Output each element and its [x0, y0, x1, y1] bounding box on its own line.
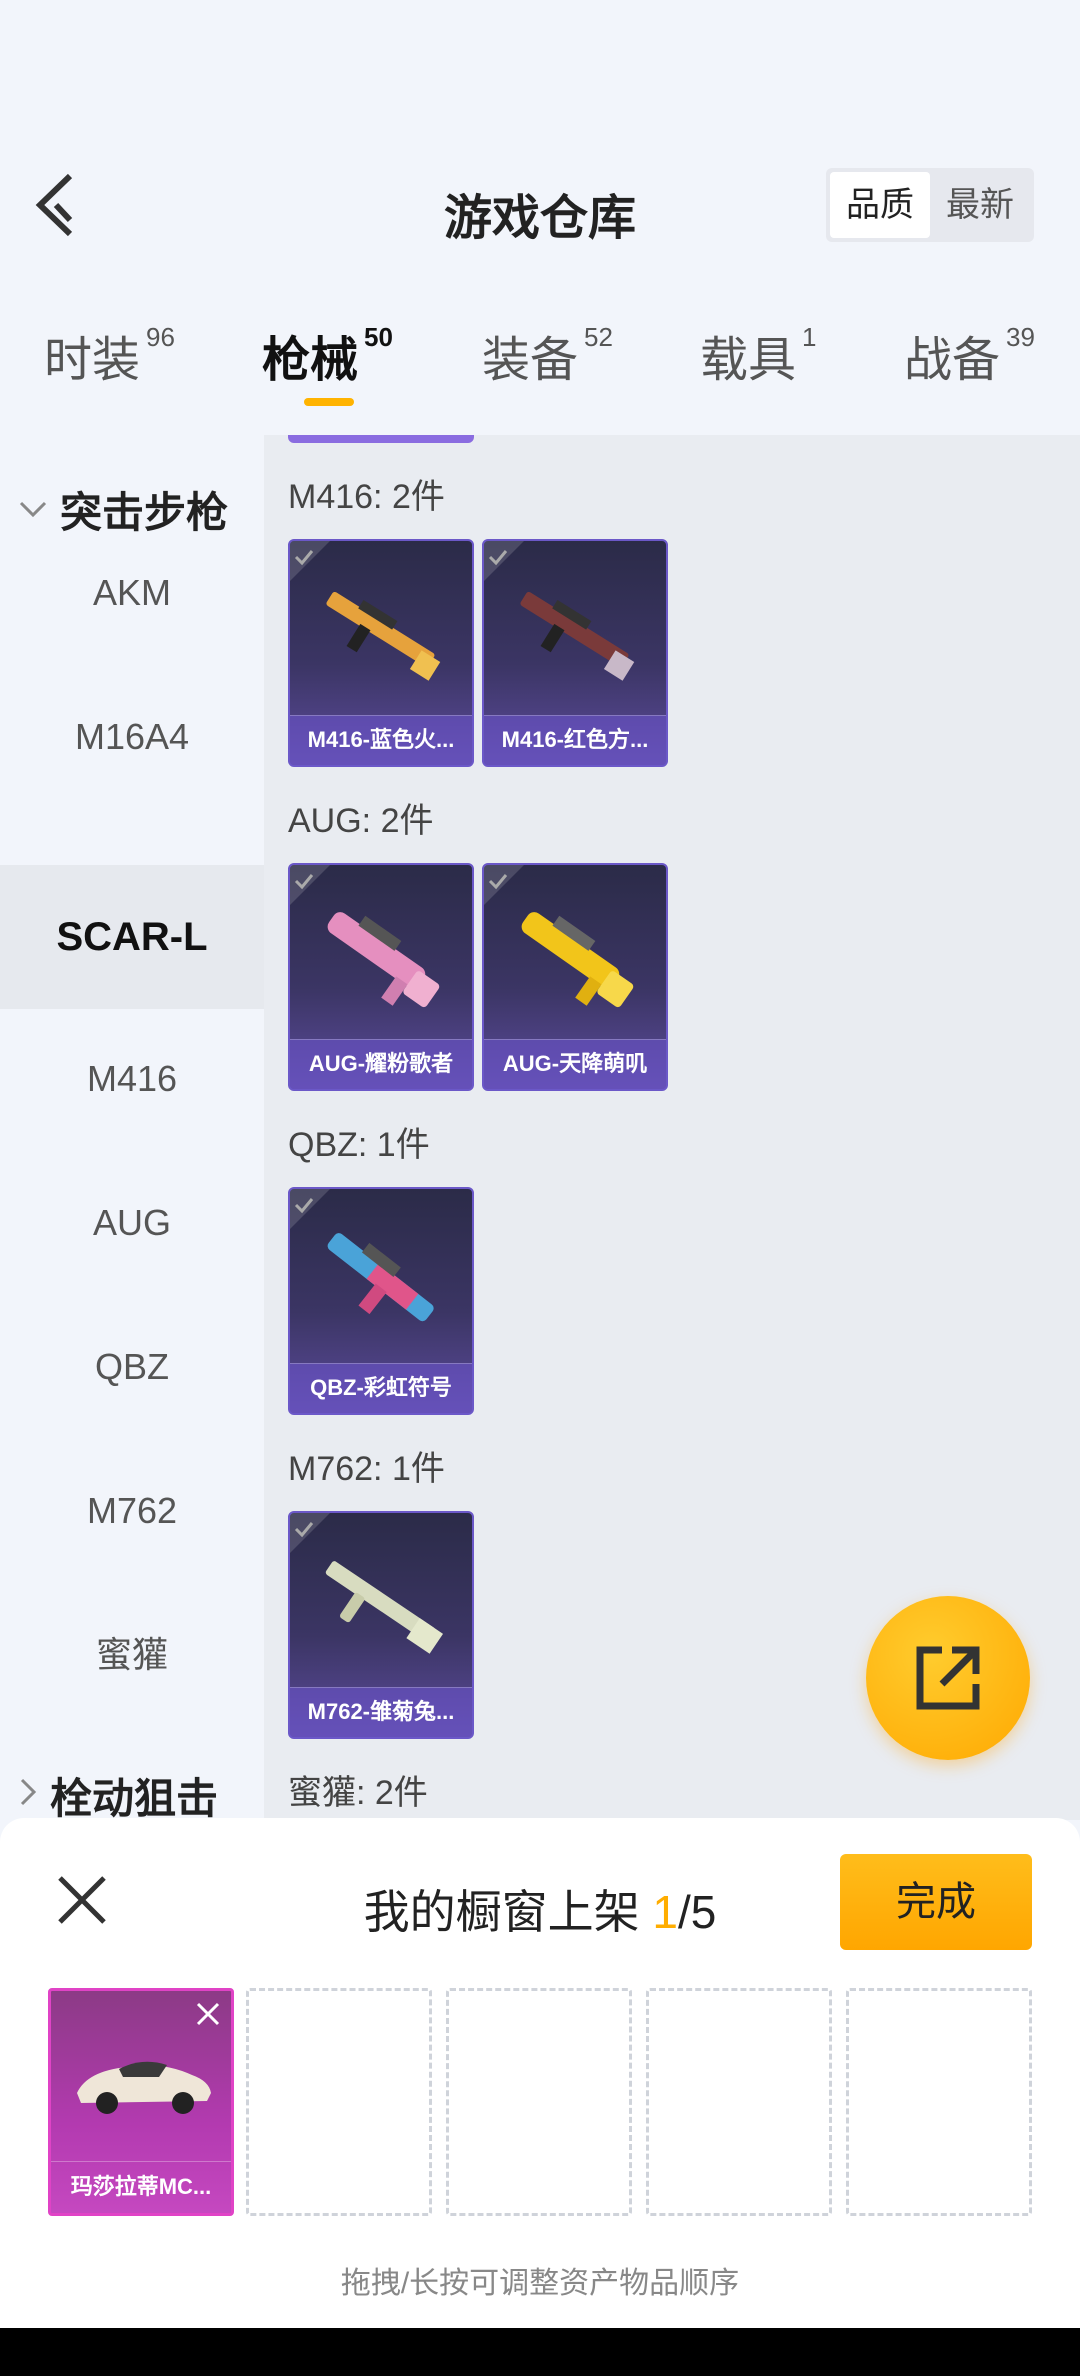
tab-vehicles[interactable]: 载具 1 [700, 320, 816, 390]
sidebar-group-bolt-sniper[interactable]: 栓动狙击 [18, 1765, 218, 1820]
tab-fashion[interactable]: 时装 96 [44, 320, 175, 390]
skin-card[interactable]: AUG-耀粉歌者 [288, 863, 474, 1091]
weapon-type-sidebar: 突击步枪 AKM M16A4 SCAR-L M416 AUG QBZ M762 … [0, 435, 264, 1820]
skin-card-label: M416-红色方... [484, 715, 666, 765]
skin-card[interactable]: M416-红色方... [482, 539, 668, 767]
section-title-qbz: QBZ: 1件 [288, 1126, 430, 1164]
showcase-slot-empty[interactable] [446, 1988, 632, 2216]
rifle-icon [326, 591, 441, 681]
chevron-left-icon [35, 173, 73, 237]
skin-card[interactable]: AUG-天降萌叽 [482, 863, 668, 1091]
sidebar-item-akm[interactable]: AKM [0, 521, 264, 665]
sidebar-item-honey-badger[interactable]: 蜜獾 [0, 1583, 264, 1727]
showcase-slot-label: 玛莎拉蒂MC... [51, 2161, 231, 2213]
rifle-icon [325, 1561, 444, 1654]
tab-equipment[interactable]: 装备 52 [482, 320, 613, 390]
sidebar-item-scar-l[interactable]: SCAR-L [0, 865, 264, 1009]
section-title-m416: M416: 2件 [288, 478, 445, 516]
skin-card-label: M762-雏菊兔... [290, 1687, 472, 1737]
showcase-slot-empty[interactable] [246, 1988, 432, 2216]
skin-card-label: QBZ-彩虹符号 [290, 1363, 472, 1413]
section-title-m762: M762: 1件 [288, 1450, 445, 1488]
skin-card[interactable]: M416-蓝色火... [288, 539, 474, 767]
sidebar-item-qbz[interactable]: QBZ [0, 1295, 264, 1439]
showcase-panel: 我的橱窗上架 1/5 完成 玛莎拉蒂MC... 拖拽/长按可调整资产物品顺序 [0, 1818, 1080, 2328]
card-edge [288, 435, 474, 443]
rifle-icon [327, 1233, 434, 1322]
chevron-right-icon [18, 1777, 38, 1815]
sort-quality-option[interactable]: 品质 [830, 172, 930, 238]
rifle-icon [520, 591, 635, 681]
showcase-slot-empty[interactable] [846, 1988, 1032, 2216]
car-icon [77, 2061, 211, 2114]
rifle-icon [327, 912, 440, 1008]
back-button[interactable] [30, 170, 90, 240]
header-bar: 游戏仓库 品质 最新 [0, 140, 1080, 270]
share-external-icon [916, 1646, 980, 1710]
sort-toggle: 品质 最新 [826, 168, 1034, 242]
done-button[interactable]: 完成 [840, 1854, 1032, 1950]
section-title-aug: AUG: 2件 [288, 802, 434, 840]
tab-guns[interactable]: 枪械 50 [262, 320, 393, 390]
showcase-slot-filled[interactable]: 玛莎拉蒂MC... [48, 1988, 234, 2216]
close-icon[interactable] [193, 1999, 223, 2029]
tab-active-indicator [304, 398, 354, 406]
reorder-hint: 拖拽/长按可调整资产物品顺序 [340, 2267, 740, 2300]
skin-card-label: AUG-耀粉歌者 [290, 1039, 472, 1089]
system-nav-bar [0, 2328, 1080, 2376]
share-button[interactable] [866, 1596, 1030, 1760]
skin-card[interactable]: QBZ-彩虹符号 [288, 1187, 474, 1415]
tab-supplies[interactable]: 战备 39 [904, 320, 1035, 390]
category-tabs: 时装 96 枪械 50 装备 52 载具 1 战备 39 [0, 320, 1080, 420]
skin-card-label: AUG-天降萌叽 [484, 1039, 666, 1089]
sort-newest-option[interactable]: 最新 [930, 172, 1030, 238]
section-title-honey-badger: 蜜獾: 2件 [288, 1774, 428, 1812]
showcase-slot-empty[interactable] [646, 1988, 832, 2216]
skin-card[interactable]: M762-雏菊兔... [288, 1511, 474, 1739]
sidebar-item-m416[interactable]: M416 [0, 1007, 264, 1151]
skin-card-label: M416-蓝色火... [290, 715, 472, 765]
rifle-icon [521, 912, 634, 1008]
sidebar-item-m16a4[interactable]: M16A4 [0, 665, 264, 809]
sidebar-item-m762[interactable]: M762 [0, 1439, 264, 1583]
sidebar-item-aug[interactable]: AUG [0, 1151, 264, 1295]
